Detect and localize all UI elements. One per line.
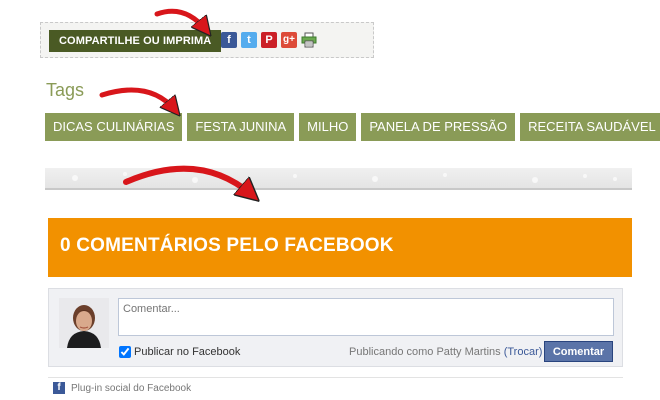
arrow-to-share-icons <box>154 8 206 30</box>
arrow-to-comments <box>123 165 252 195</box>
arrow-to-tags <box>99 87 175 110</box>
annotation-arrows <box>99 8 660 400</box>
